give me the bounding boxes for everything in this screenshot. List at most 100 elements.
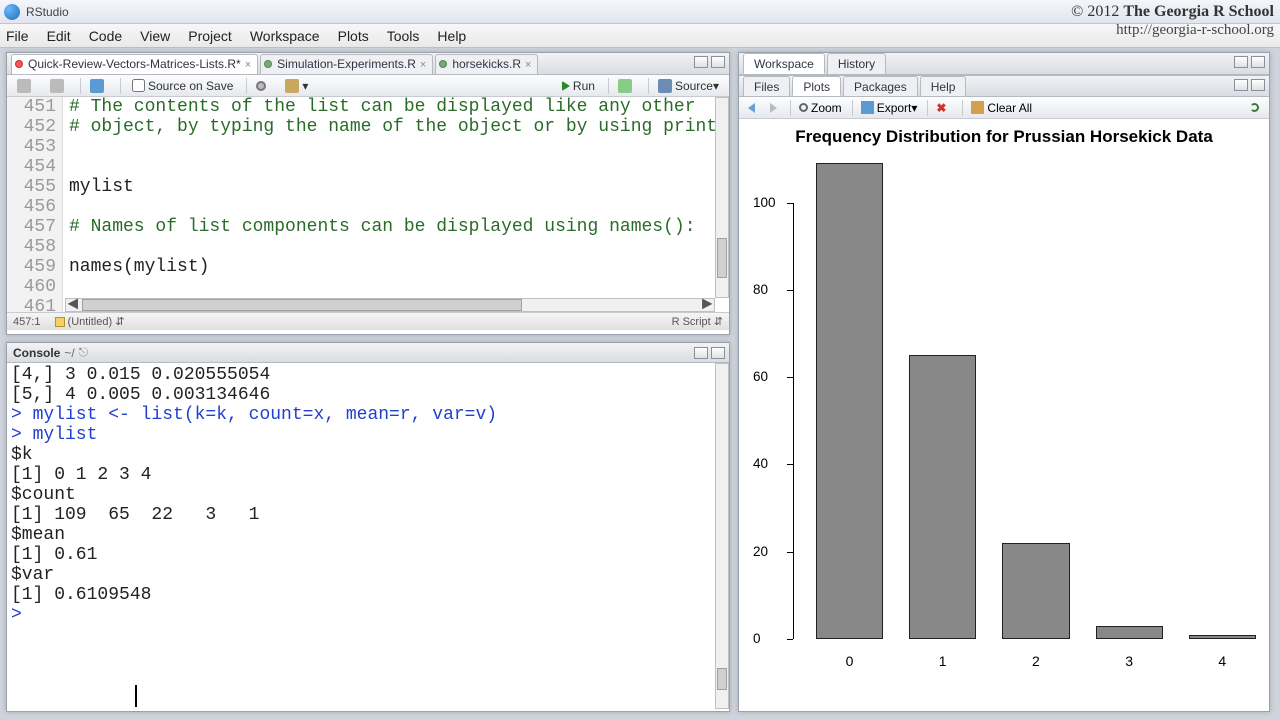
copyright-prefix: © 2012 bbox=[1071, 3, 1123, 20]
menu-code[interactable]: Code bbox=[89, 28, 122, 44]
zoom-icon bbox=[799, 103, 808, 112]
zoom-button[interactable]: Zoom bbox=[794, 100, 847, 116]
tab-history[interactable]: History bbox=[827, 53, 886, 74]
maximize-icon[interactable] bbox=[1251, 56, 1265, 68]
close-icon[interactable]: × bbox=[525, 59, 531, 71]
tab-workspace[interactable]: Workspace bbox=[743, 53, 825, 74]
wand-button[interactable]: ▾ bbox=[279, 77, 314, 95]
bar-3 bbox=[1096, 626, 1163, 639]
source-tab-0-label: Quick-Review-Vectors-Matrices-Lists.R* bbox=[28, 57, 241, 71]
source-panel: Quick-Review-Vectors-Matrices-Lists.R*× … bbox=[6, 52, 730, 335]
bar-4 bbox=[1189, 635, 1256, 639]
source-tab-1[interactable]: Simulation-Experiments.R× bbox=[260, 54, 433, 74]
workspace-tabbar: Workspace History bbox=[739, 53, 1269, 75]
menu-file[interactable]: File bbox=[6, 28, 29, 44]
close-icon[interactable]: × bbox=[245, 59, 251, 71]
source-on-save-toggle[interactable]: Source on Save bbox=[124, 77, 239, 95]
xtick-3: 3 bbox=[1125, 653, 1133, 669]
save-button[interactable] bbox=[84, 77, 113, 95]
source-tab-2-label: horsekicks.R bbox=[452, 57, 521, 71]
minimize-icon[interactable] bbox=[1234, 79, 1248, 91]
dirty-dot-icon bbox=[15, 60, 23, 68]
plot-next-button[interactable] bbox=[765, 102, 785, 114]
tab-files-label: Files bbox=[754, 80, 779, 94]
minimize-icon[interactable] bbox=[1234, 56, 1248, 68]
source-button[interactable]: Source ▾ bbox=[652, 77, 725, 95]
scroll-left-icon[interactable]: ◄ bbox=[66, 299, 80, 311]
x-icon: ✖ bbox=[936, 101, 949, 114]
menu-workspace[interactable]: Workspace bbox=[250, 28, 320, 44]
plots-tabbar: Files Plots Packages Help bbox=[739, 75, 1269, 97]
app-title: RStudio bbox=[26, 5, 69, 19]
plot-toolbar: Zoom Export▾ ✖ Clear All bbox=[739, 97, 1269, 119]
minimize-icon[interactable] bbox=[694, 347, 708, 359]
rerun-button[interactable] bbox=[612, 77, 641, 95]
xtick-1: 1 bbox=[939, 653, 947, 669]
source-tab-2[interactable]: horsekicks.R × bbox=[435, 54, 538, 74]
code-editor[interactable]: 451452453454455456457458459460461 # The … bbox=[7, 97, 729, 312]
menu-help[interactable]: Help bbox=[437, 28, 466, 44]
tab-packages[interactable]: Packages bbox=[843, 76, 918, 96]
back-button[interactable] bbox=[11, 77, 40, 95]
editor-hscrollbar[interactable]: ◄ ► bbox=[65, 298, 715, 312]
doc-selector[interactable]: (Untitled) ⇵ bbox=[55, 315, 125, 328]
source-on-save-checkbox[interactable] bbox=[132, 79, 145, 92]
tab-help[interactable]: Help bbox=[920, 76, 967, 96]
tab-files[interactable]: Files bbox=[743, 76, 790, 96]
run-button[interactable]: Run bbox=[556, 77, 601, 95]
editor-vscrollbar[interactable] bbox=[715, 97, 729, 298]
menu-edit[interactable]: Edit bbox=[47, 28, 71, 44]
console-link-icon[interactable]: ⎋ bbox=[79, 345, 89, 360]
broom-icon bbox=[971, 101, 984, 114]
menu-view[interactable]: View bbox=[140, 28, 170, 44]
scroll-right-icon[interactable]: ► bbox=[700, 299, 714, 311]
menu-project[interactable]: Project bbox=[188, 28, 232, 44]
close-icon[interactable]: × bbox=[420, 59, 426, 71]
clear-button[interactable]: Clear All bbox=[966, 100, 1037, 116]
code-content[interactable]: # The contents of the list can be displa… bbox=[69, 97, 713, 312]
minimize-icon[interactable] bbox=[694, 56, 708, 68]
source-tab-0[interactable]: Quick-Review-Vectors-Matrices-Lists.R* × bbox=[11, 54, 258, 74]
maximize-icon[interactable] bbox=[711, 56, 725, 68]
bar-1 bbox=[909, 355, 976, 639]
right-panel: Workspace History Files Plots Packages H… bbox=[738, 52, 1270, 712]
forward-button[interactable] bbox=[44, 77, 73, 95]
export-icon bbox=[861, 101, 874, 114]
scrollbar-thumb[interactable] bbox=[717, 238, 727, 278]
find-button[interactable] bbox=[250, 79, 275, 93]
menu-plots[interactable]: Plots bbox=[338, 28, 369, 44]
refresh-button[interactable] bbox=[1245, 102, 1267, 113]
plot-title: Frequency Distribution for Prussian Hors… bbox=[739, 127, 1269, 147]
tab-packages-label: Packages bbox=[854, 80, 907, 94]
rstudio-logo-icon bbox=[4, 4, 20, 20]
xtick-2: 2 bbox=[1032, 653, 1040, 669]
console-body[interactable]: [4,] 3 0.015 0.020555054[5,] 4 0.005 0.0… bbox=[7, 363, 729, 709]
tab-plots[interactable]: Plots bbox=[792, 76, 841, 96]
remove-plot-button[interactable]: ✖ bbox=[931, 100, 957, 115]
maximize-icon[interactable] bbox=[711, 347, 725, 359]
source-icon bbox=[658, 79, 672, 93]
export-label: Export bbox=[877, 101, 912, 115]
source-toolbar: Source on Save ▾ Run Source ▾ bbox=[7, 75, 729, 97]
plot-area: Frequency Distribution for Prussian Hors… bbox=[739, 119, 1269, 709]
doc-icon bbox=[55, 317, 65, 327]
back-arrow-icon bbox=[17, 79, 31, 93]
editor-statusbar: 457:1 (Untitled) ⇵ R Script ⇵ bbox=[7, 312, 729, 330]
console-panel: Console ~/ ⎋ [4,] 3 0.015 0.020555054[5,… bbox=[6, 342, 730, 712]
lang-label: R Script bbox=[672, 316, 711, 328]
copyright-name: The Georgia R School bbox=[1123, 3, 1274, 20]
xtick-4: 4 bbox=[1218, 653, 1226, 669]
scrollbar-thumb[interactable] bbox=[82, 299, 522, 311]
branding: © 2012 The Georgia R School http://georg… bbox=[1071, 2, 1274, 39]
lang-selector[interactable]: R Script ⇵ bbox=[672, 315, 723, 328]
cursor-position: 457:1 bbox=[13, 316, 41, 328]
console-vscrollbar[interactable] bbox=[715, 363, 729, 709]
save-icon bbox=[90, 79, 104, 93]
menu-tools[interactable]: Tools bbox=[387, 28, 420, 44]
right-arrow-icon bbox=[770, 103, 777, 113]
scrollbar-thumb[interactable] bbox=[717, 668, 727, 690]
export-button[interactable]: Export▾ bbox=[856, 100, 923, 116]
plot-prev-button[interactable] bbox=[743, 102, 763, 114]
maximize-icon[interactable] bbox=[1251, 79, 1265, 91]
copyright-url: http://georgia-r-school.org bbox=[1071, 21, 1274, 39]
